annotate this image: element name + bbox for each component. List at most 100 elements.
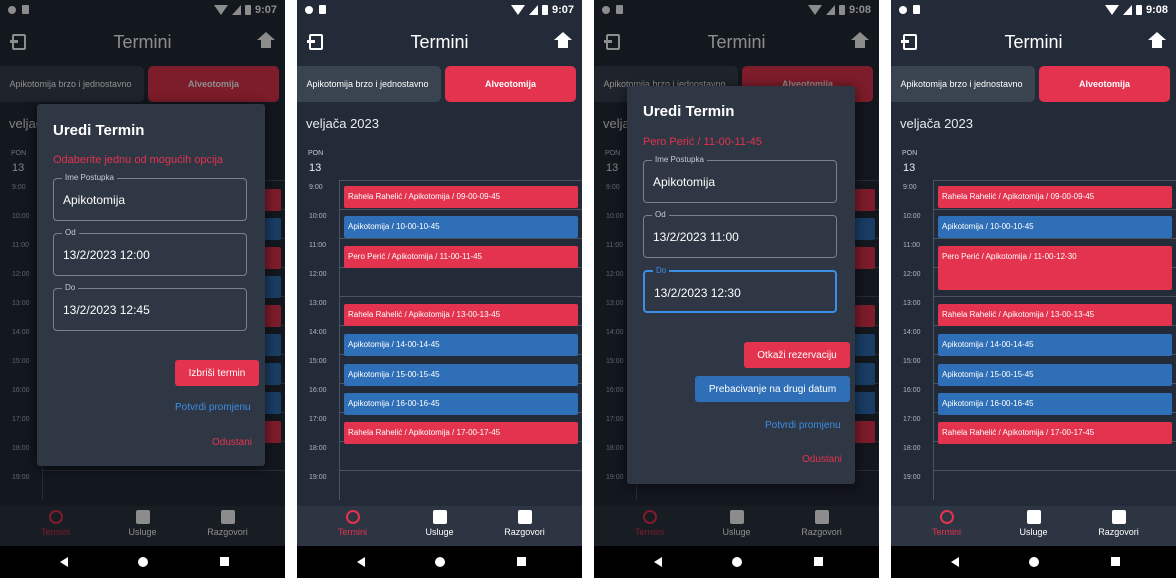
medical-bag-icon	[1026, 510, 1041, 524]
hour-label: 10:00	[903, 213, 921, 220]
field-value: Apikotomija	[653, 175, 716, 189]
event-block[interactable]: Pero Perić / Apikotomija / 11-00-11-45	[344, 246, 578, 268]
system-nav-bar	[297, 546, 582, 578]
field-label: Do	[62, 283, 79, 292]
nav-razgovori[interactable]: Razgovori	[1071, 510, 1166, 537]
home-circle-icon[interactable]	[138, 557, 148, 567]
cancel-button[interactable]: Odustani	[802, 454, 842, 465]
hour-label: 18:00	[903, 445, 921, 452]
start-time-field[interactable]: Od 13/2/2023 12:00	[53, 228, 247, 276]
hour-label: 14:00	[309, 329, 327, 336]
event-block[interactable]: Apikotomija / 10-00-10-45	[344, 216, 578, 238]
recents-icon[interactable]	[220, 557, 229, 566]
notification-dot-icon	[305, 5, 313, 14]
event-block[interactable]: Apikotomija / 15-00-15-45	[938, 364, 1172, 386]
nav-usluge[interactable]: Usluge	[986, 510, 1081, 537]
back-icon[interactable]	[60, 557, 68, 567]
event-block[interactable]: Apikotomija / 16-00-16-45	[938, 393, 1172, 415]
signal-icon	[528, 5, 538, 15]
back-icon[interactable]	[951, 557, 959, 567]
clock-icon	[345, 510, 360, 524]
field-value: 13/2/2023 12:30	[654, 286, 741, 300]
event-block[interactable]: Apikotomija / 16-00-16-45	[344, 393, 578, 415]
signal-icon	[1122, 5, 1132, 15]
home-icon[interactable]	[1148, 32, 1166, 50]
nav-label: Termini	[337, 527, 367, 537]
move-date-button[interactable]: Prebacivanje na drugi datum	[695, 376, 850, 402]
event-block[interactable]: Rahela Rahelić / Apikotomija / 09-00-09-…	[938, 186, 1172, 208]
event-block[interactable]: Apikotomija / 14-00-14-45	[344, 334, 578, 356]
event-block[interactable]: Apikotomija / 10-00-10-45	[938, 216, 1172, 238]
end-time-field[interactable]: Do 13/2/2023 12:45	[53, 283, 247, 331]
confirm-change-button[interactable]: Potvrdi promjenu	[765, 420, 841, 431]
clock-icon	[939, 510, 954, 524]
hour-label: 15:00	[903, 358, 921, 365]
nav-label: Usluge	[425, 527, 454, 537]
event-block[interactable]: Rahela Rahelić / Apikotomija / 13-00-13-…	[938, 304, 1172, 326]
event-block[interactable]: Pero Perić / Apikotomija / 11-00-12-30	[938, 246, 1172, 290]
home-icon[interactable]	[554, 32, 572, 50]
system-nav-bar	[0, 546, 285, 578]
cancel-reservation-button[interactable]: Otkaži rezervaciju	[744, 342, 850, 368]
hour-label: 17:00	[903, 416, 921, 423]
tab-alveotomija[interactable]: Alveotomija	[1039, 66, 1170, 102]
hour-label: 13:00	[309, 300, 327, 307]
hour-label: 9:00	[903, 184, 917, 191]
recents-icon[interactable]	[1111, 557, 1120, 566]
nav-termini[interactable]: Termini	[899, 510, 994, 537]
event-block[interactable]: Rahela Rahelić / Apikotomija / 17-00-17-…	[938, 422, 1172, 444]
nav-razgovori[interactable]: Razgovori	[477, 510, 572, 537]
procedure-tabs: Apikotomija brzo i jednostavno Alveotomi…	[297, 66, 582, 102]
sim-icon	[319, 5, 326, 14]
field-label: Od	[62, 228, 79, 237]
start-time-field[interactable]: Od 13/2/2023 11:00	[643, 210, 837, 258]
event-block[interactable]: Rahela Rahelić / Apikotomija / 17-00-17-…	[344, 422, 578, 444]
status-bar: 9:07	[297, 0, 582, 22]
hour-label: 11:00	[309, 242, 326, 249]
delete-appointment-button[interactable]: Izbriši termin	[175, 360, 259, 386]
back-icon[interactable]	[654, 557, 662, 567]
recents-icon[interactable]	[814, 557, 823, 566]
event-block[interactable]: Apikotomija / 15-00-15-45	[344, 364, 578, 386]
end-time-field[interactable]: Do 13/2/2023 12:30	[643, 266, 837, 313]
home-circle-icon[interactable]	[732, 557, 742, 567]
dialog-title: Uredi Termin	[643, 103, 735, 120]
field-value: 13/2/2023 12:00	[63, 248, 150, 262]
bottom-nav: Termini Usluge Razgovori	[891, 506, 1176, 546]
procedure-name-field[interactable]: Ime Postupka Apikotomija	[643, 155, 837, 203]
recents-icon[interactable]	[517, 557, 526, 566]
home-circle-icon[interactable]	[435, 557, 445, 567]
event-block[interactable]: Rahela Rahelić / Apikotomija / 09-00-09-…	[344, 186, 578, 208]
nav-usluge[interactable]: Usluge	[392, 510, 487, 537]
confirm-change-button[interactable]: Potvrdi promjenu	[175, 402, 251, 413]
cancel-button[interactable]: Odustani	[212, 437, 252, 448]
sim-icon	[913, 5, 920, 14]
field-value: Apikotomija	[63, 193, 126, 207]
grid-vline	[339, 180, 340, 500]
event-block[interactable]: Rahela Rahelić / Apikotomija / 13-00-13-…	[344, 304, 578, 326]
event-block[interactable]: Apikotomija / 14-00-14-45	[938, 334, 1172, 356]
hour-label: 12:00	[903, 271, 921, 278]
field-label: Ime Postupka	[652, 155, 707, 164]
back-icon[interactable]	[357, 557, 365, 567]
system-nav-bar	[594, 546, 879, 578]
hour-label: 12:00	[309, 271, 327, 278]
hour-label: 16:00	[309, 387, 327, 394]
screen-calendar-2: 9:08 Termini Apikotomija brzo i jednosta…	[891, 0, 1176, 578]
tab-apikotomija[interactable]: Apikotomija brzo i jednostavno	[891, 66, 1035, 102]
app-bar: Termini	[297, 22, 582, 66]
hour-label: 14:00	[903, 329, 921, 336]
field-label: Ime Postupka	[62, 173, 117, 182]
hour-label: 11:00	[903, 242, 920, 249]
home-circle-icon[interactable]	[1029, 557, 1039, 567]
hour-label: 9:00	[309, 184, 323, 191]
tab-alveotomija[interactable]: Alveotomija	[445, 66, 576, 102]
nav-label: Termini	[931, 527, 961, 537]
tab-apikotomija[interactable]: Apikotomija brzo i jednostavno	[297, 66, 441, 102]
day-name: PON	[902, 150, 918, 157]
hour-label: 19:00	[903, 474, 921, 481]
wifi-icon	[510, 5, 525, 15]
hour-label: 18:00	[309, 445, 327, 452]
nav-termini[interactable]: Termini	[305, 510, 400, 537]
procedure-name-field[interactable]: Ime Postupka Apikotomija	[53, 173, 247, 221]
